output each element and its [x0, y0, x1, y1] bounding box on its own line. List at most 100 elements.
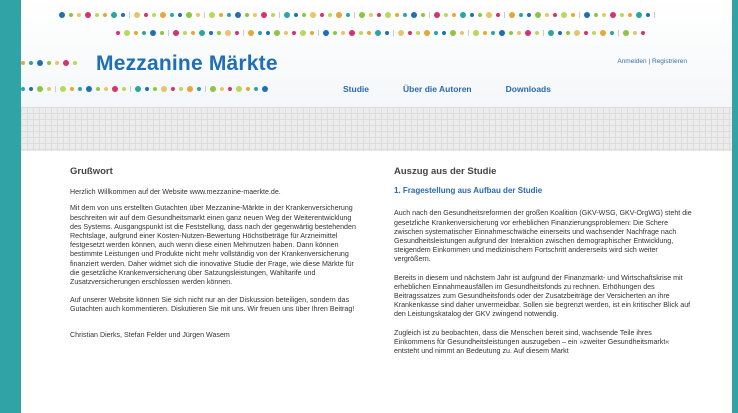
decorative-dot — [134, 12, 140, 18]
decorative-dot — [602, 13, 606, 17]
dot-separator — [204, 12, 205, 18]
decorative-dot — [558, 31, 562, 35]
decorative-dot — [403, 13, 407, 17]
decorative-dot — [219, 13, 223, 17]
decorative-dot — [183, 31, 187, 35]
decorative-dot — [274, 30, 280, 36]
decorative-dot — [398, 30, 404, 36]
decorative-dot — [246, 87, 250, 91]
decorative-dot — [641, 31, 645, 35]
dot-separator — [129, 12, 130, 18]
decorative-dot-row — [59, 12, 659, 18]
dot-separator — [579, 12, 580, 18]
decorative-dot — [196, 13, 200, 17]
decorative-dot — [271, 13, 275, 17]
decorative-dot — [37, 86, 43, 92]
decorative-dot — [85, 12, 91, 18]
decorative-dot — [63, 60, 69, 66]
decorative-dot — [235, 12, 241, 18]
decorative-dot — [300, 30, 306, 36]
decorative-dot — [191, 31, 195, 35]
register-link[interactable]: Registrieren — [652, 58, 687, 65]
decorative-dot — [170, 13, 174, 17]
decorative-dot — [220, 87, 224, 91]
dot-separator — [543, 30, 544, 36]
decorative-dot — [600, 30, 606, 36]
nav-item-ueber-die-autoren[interactable]: Über die Autoren — [403, 84, 472, 94]
decorative-dot — [225, 30, 231, 36]
decorative-dot — [460, 31, 464, 35]
decorative-dot — [369, 13, 373, 17]
decorative-dot — [21, 87, 25, 91]
decorative-dot — [548, 30, 554, 36]
welcome-paragraph: Herzlich Willkommen auf der Website www.… — [70, 188, 281, 197]
site-header: Mezzanine Märkte Anmelden | Registrieren… — [21, 0, 732, 107]
decorative-dot — [584, 31, 588, 35]
decorative-dot — [144, 13, 148, 17]
decorative-dot — [60, 86, 66, 92]
welcome-paragraph: Mit dem von uns erstellten Gutachten übe… — [70, 204, 356, 287]
decorative-dot — [227, 13, 231, 17]
decorative-dot — [153, 87, 157, 91]
decorative-dot — [584, 12, 590, 18]
decorative-dot — [292, 31, 296, 35]
decorative-dot — [199, 30, 205, 36]
decorative-dot — [525, 30, 531, 36]
main-nav: Studie Über die Autoren Downloads — [343, 84, 585, 94]
decorative-dot — [473, 30, 479, 36]
decorative-dot — [209, 12, 215, 18]
decorative-dot — [320, 13, 324, 17]
dot-separator — [468, 30, 469, 36]
decorative-dot — [496, 13, 500, 17]
decorative-dot — [408, 31, 412, 35]
decorative-dot — [112, 86, 118, 92]
dot-separator — [279, 12, 280, 18]
dot-separator — [504, 12, 505, 18]
decorative-dot — [346, 13, 350, 17]
decorative-dot — [349, 30, 355, 36]
decorative-dot — [142, 31, 146, 35]
decorative-dot — [187, 86, 193, 92]
decorative-dot — [258, 31, 262, 35]
decorative-dot — [553, 13, 557, 17]
welcome-column: Grußwort Herzlich Willkommen auf der Web… — [70, 152, 360, 340]
decorative-dot — [78, 87, 82, 91]
decorative-dot — [571, 13, 575, 17]
site-logo[interactable]: Mezzanine Märkte — [96, 52, 278, 76]
login-link[interactable]: Anmelden — [617, 58, 646, 65]
decorative-dot — [434, 31, 438, 35]
decorative-dot — [266, 31, 270, 35]
nav-item-studie[interactable]: Studie — [343, 84, 369, 94]
decorative-dot-row — [116, 30, 649, 36]
decorative-dot — [486, 12, 492, 18]
decorative-dot — [253, 13, 257, 17]
decorative-dot — [111, 12, 117, 18]
decorative-dot — [483, 31, 487, 35]
decorative-dot — [116, 31, 120, 35]
decorative-dot — [574, 30, 580, 36]
decorative-dot — [452, 13, 456, 17]
decorative-dot — [122, 87, 126, 91]
decorative-dot — [73, 61, 77, 65]
decorative-dot — [610, 31, 614, 35]
decorative-dot — [341, 31, 345, 35]
decorative-dot — [173, 30, 179, 36]
decorative-dot — [367, 31, 371, 35]
decorative-dot — [302, 13, 306, 17]
decorative-dot — [29, 87, 33, 91]
decorative-dot — [535, 12, 541, 18]
authors-signature: Christian Dierks, Stefan Felder und Jürg… — [70, 330, 230, 339]
decorative-dot — [375, 30, 381, 36]
decorative-dot — [359, 31, 363, 35]
decorative-dot — [248, 30, 254, 36]
dot-separator — [429, 12, 430, 18]
decorative-dot — [421, 13, 425, 17]
decorative-dot — [47, 61, 51, 65]
excerpt-heading: Auszug aus der Studie — [394, 166, 497, 177]
nav-item-downloads[interactable]: Downloads — [506, 84, 551, 94]
dot-separator — [205, 86, 206, 92]
decorative-dot — [359, 12, 365, 18]
decorative-dot — [519, 13, 523, 17]
decorative-dot — [228, 87, 232, 91]
decorative-dot — [633, 31, 637, 35]
